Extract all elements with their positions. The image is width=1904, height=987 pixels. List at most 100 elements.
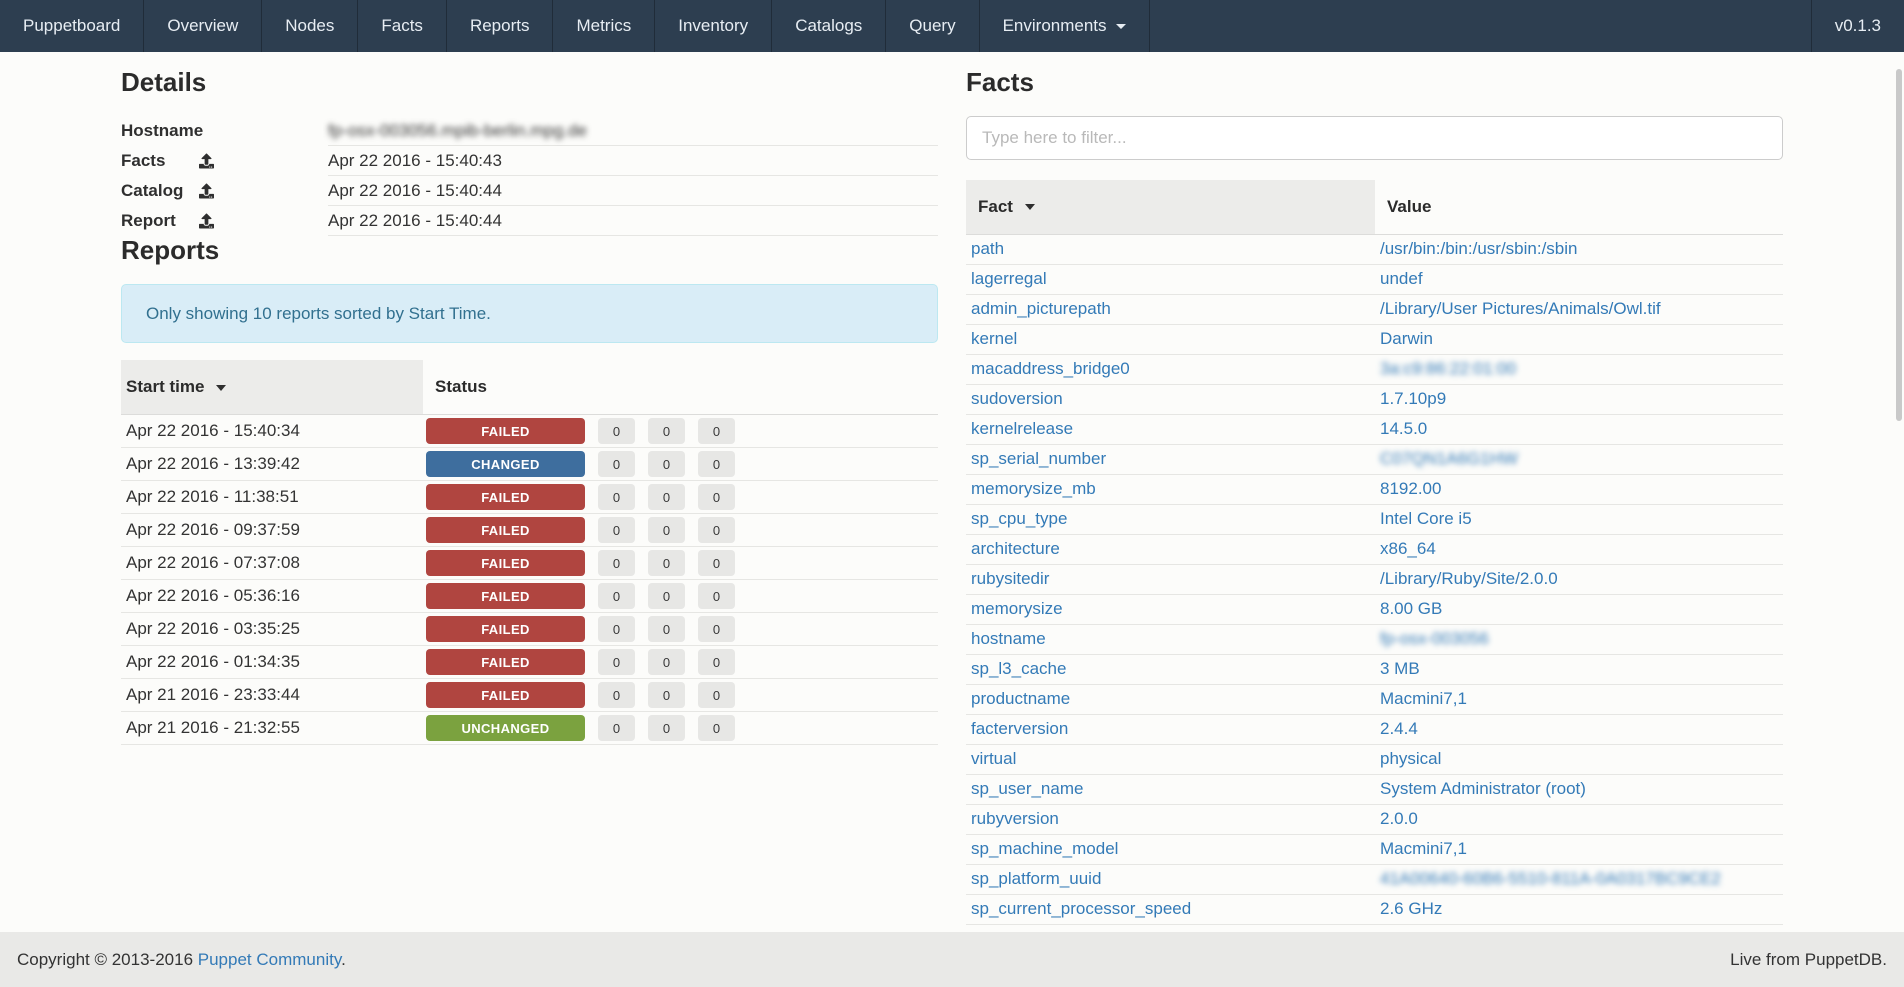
- report-count-badge: 0: [698, 583, 735, 609]
- fact-name-link[interactable]: admin_picturepath: [971, 299, 1111, 318]
- fact-name-link[interactable]: sp_cpu_type: [971, 509, 1067, 528]
- report-count-badge: 0: [598, 418, 635, 444]
- fact-value-link[interactable]: 14.5.0: [1380, 419, 1427, 438]
- fact-row: kernelrelease 14.5.0: [966, 414, 1783, 444]
- navbar-spacer: [1150, 0, 1811, 52]
- report-row: Apr 21 2016 - 21:32:55 UNCHANGED 0 0 0: [121, 712, 938, 745]
- fact-value-link[interactable]: 8192.00: [1380, 479, 1441, 498]
- nav-item-overview[interactable]: Overview: [144, 0, 262, 52]
- fact-name-link[interactable]: sp_l3_cache: [971, 659, 1066, 678]
- fact-name-link[interactable]: rubysitedir: [971, 569, 1049, 588]
- report-status-badge[interactable]: FAILED: [426, 583, 585, 609]
- upload-icon[interactable]: [199, 213, 214, 228]
- details-row-label: Report: [121, 211, 176, 230]
- fact-name-link[interactable]: sp_machine_model: [971, 839, 1118, 858]
- nav-item-query[interactable]: Query: [886, 0, 979, 52]
- fact-value-link[interactable]: 8.00 GB: [1380, 599, 1442, 618]
- reports-header-start-time[interactable]: Start time: [121, 360, 423, 415]
- fact-value-link[interactable]: undef: [1380, 269, 1423, 288]
- fact-name-link[interactable]: macaddress_bridge0: [971, 359, 1130, 378]
- fact-row: virtual physical: [966, 744, 1783, 774]
- fact-value-link[interactable]: /usr/bin:/bin:/usr/sbin:/sbin: [1380, 239, 1577, 258]
- fact-name-link[interactable]: hostname: [971, 629, 1046, 648]
- fact-row: productname Macmini7,1: [966, 684, 1783, 714]
- nav-item-label: Inventory: [678, 16, 748, 36]
- fact-value-link[interactable]: 2.0.0: [1380, 809, 1418, 828]
- fact-value-link[interactable]: /Library/User Pictures/Animals/Owl.tif: [1380, 299, 1661, 318]
- fact-row: sp_current_processor_speed 2.6 GHz: [966, 894, 1783, 924]
- fact-value-link[interactable]: 3a:c9:86:22:01:00: [1380, 359, 1516, 378]
- fact-value-link[interactable]: Macmini7,1: [1380, 689, 1467, 708]
- fact-value-link[interactable]: 3 MB: [1380, 659, 1420, 678]
- fact-value-link[interactable]: /Library/Ruby/Site/2.0.0: [1380, 569, 1558, 588]
- report-status-badge[interactable]: UNCHANGED: [426, 715, 585, 741]
- nav-item-inventory[interactable]: Inventory: [655, 0, 772, 52]
- report-status-badge[interactable]: CHANGED: [426, 451, 585, 477]
- scrollbar-thumb[interactable]: [1896, 69, 1902, 421]
- fact-row: facterversion 2.4.4: [966, 714, 1783, 744]
- fact-value-link[interactable]: C07QN1A6G1HW: [1380, 449, 1518, 468]
- report-status-badge[interactable]: FAILED: [426, 418, 585, 444]
- fact-name-link[interactable]: kernel: [971, 329, 1017, 348]
- fact-name-link[interactable]: sudoversion: [971, 389, 1063, 408]
- fact-row: admin_picturepath /Library/User Pictures…: [966, 294, 1783, 324]
- report-count-badge: 0: [648, 418, 685, 444]
- fact-name-link[interactable]: kernelrelease: [971, 419, 1073, 438]
- report-status-badge[interactable]: FAILED: [426, 550, 585, 576]
- fact-value-link[interactable]: physical: [1380, 749, 1441, 768]
- report-count-badge: 0: [598, 616, 635, 642]
- fact-name-link[interactable]: virtual: [971, 749, 1016, 768]
- nav-item-label: Catalogs: [795, 16, 862, 36]
- fact-value-link[interactable]: 1.7.10p9: [1380, 389, 1446, 408]
- fact-value-link[interactable]: System Administrator (root): [1380, 779, 1586, 798]
- nav-item-label: Reports: [470, 16, 530, 36]
- fact-row: memorysize_mb 8192.00: [966, 474, 1783, 504]
- fact-name-link[interactable]: architecture: [971, 539, 1060, 558]
- reports-table: Start time Status Apr 22 2016 - 15:40:34…: [121, 360, 938, 745]
- nav-brand-puppetboard[interactable]: Puppetboard: [0, 0, 144, 52]
- report-status-badge[interactable]: FAILED: [426, 517, 585, 543]
- upload-icon[interactable]: [199, 183, 214, 198]
- fact-name-link[interactable]: productname: [971, 689, 1070, 708]
- fact-value-link[interactable]: fp-osx-003056: [1380, 629, 1489, 648]
- fact-value-link[interactable]: 2.6 GHz: [1380, 899, 1442, 918]
- report-status-badge[interactable]: FAILED: [426, 649, 585, 675]
- fact-name-link[interactable]: path: [971, 239, 1004, 258]
- fact-name-link[interactable]: lagerregal: [971, 269, 1047, 288]
- fact-name-link[interactable]: sp_user_name: [971, 779, 1083, 798]
- facts-filter-input[interactable]: [966, 116, 1783, 160]
- upload-icon[interactable]: [199, 153, 214, 168]
- report-status-badge[interactable]: FAILED: [426, 616, 585, 642]
- fact-value-link[interactable]: 41A00640-60B6-5510-811A-0A0317BC9CE2: [1380, 869, 1721, 888]
- nav-item-nodes[interactable]: Nodes: [262, 0, 358, 52]
- fact-name-link[interactable]: sp_serial_number: [971, 449, 1106, 468]
- nav-item-reports[interactable]: Reports: [447, 0, 554, 52]
- nav-item-metrics[interactable]: Metrics: [553, 0, 655, 52]
- fact-row: sudoversion 1.7.10p9: [966, 384, 1783, 414]
- nav-item-facts[interactable]: Facts: [358, 0, 447, 52]
- fact-value-link[interactable]: Intel Core i5: [1380, 509, 1472, 528]
- fact-value-link[interactable]: Darwin: [1380, 329, 1433, 348]
- nav-item-environments[interactable]: Environments: [980, 0, 1150, 52]
- fact-value-link[interactable]: Macmini7,1: [1380, 839, 1467, 858]
- fact-name-link[interactable]: sp_current_processor_speed: [971, 899, 1191, 918]
- facts-title: Facts: [966, 68, 1783, 98]
- report-row: Apr 22 2016 - 11:38:51 FAILED 0 0 0: [121, 481, 938, 514]
- report-count-badge: 0: [598, 682, 635, 708]
- fact-name-link[interactable]: facterversion: [971, 719, 1068, 738]
- fact-name-link[interactable]: rubyversion: [971, 809, 1059, 828]
- report-row: Apr 22 2016 - 05:36:16 FAILED 0 0 0: [121, 580, 938, 613]
- fact-name-link[interactable]: sp_platform_uuid: [971, 869, 1101, 888]
- report-count-badge: 0: [698, 517, 735, 543]
- footer: Copyright © 2013-2016 Puppet Community. …: [0, 932, 1904, 987]
- fact-name-link[interactable]: memorysize: [971, 599, 1063, 618]
- facts-header-fact[interactable]: Fact: [966, 180, 1375, 235]
- fact-value-link[interactable]: 2.4.4: [1380, 719, 1418, 738]
- fact-value-link[interactable]: x86_64: [1380, 539, 1436, 558]
- fact-name-link[interactable]: memorysize_mb: [971, 479, 1096, 498]
- fact-row: rubyversion 2.0.0: [966, 804, 1783, 834]
- puppet-community-link[interactable]: Puppet Community: [198, 950, 341, 969]
- report-status-badge[interactable]: FAILED: [426, 682, 585, 708]
- report-status-badge[interactable]: FAILED: [426, 484, 585, 510]
- nav-item-catalogs[interactable]: Catalogs: [772, 0, 886, 52]
